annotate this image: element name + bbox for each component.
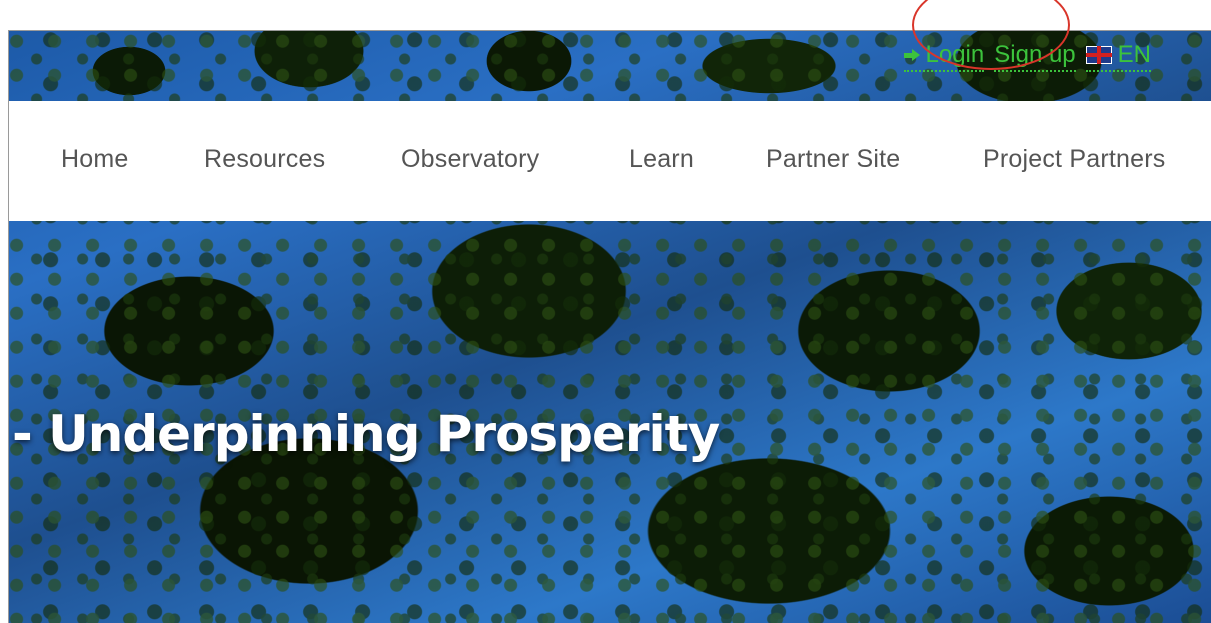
hero-title: - Underpinning Prosperity [12, 404, 720, 463]
nav-item-learn[interactable]: Learn [629, 145, 694, 174]
login-label: Login [925, 41, 985, 68]
utility-bar: Login Sign up EN [9, 31, 1211, 101]
signup-label: Sign up [994, 41, 1076, 68]
uk-flag-icon [1085, 46, 1112, 64]
login-icon [903, 46, 924, 64]
language-label: EN [1117, 41, 1151, 68]
language-selector[interactable]: EN [1085, 41, 1151, 72]
login-link[interactable]: Login [903, 41, 985, 72]
nav-item-project-partners[interactable]: Project Partners [983, 145, 1165, 174]
nav-item-home[interactable]: Home [61, 145, 129, 174]
signup-link[interactable]: Sign up [994, 41, 1076, 72]
nav-item-observatory[interactable]: Observatory [401, 145, 539, 174]
nav-item-resources[interactable]: Resources [204, 145, 325, 174]
page-frame: Login Sign up EN Home Resources Observat… [8, 30, 1211, 623]
main-nav: Home Resources Observatory Learn Partner… [9, 101, 1211, 221]
account-links: Login Sign up EN [903, 41, 1151, 72]
nav-item-partner-site[interactable]: Partner Site [766, 145, 900, 174]
